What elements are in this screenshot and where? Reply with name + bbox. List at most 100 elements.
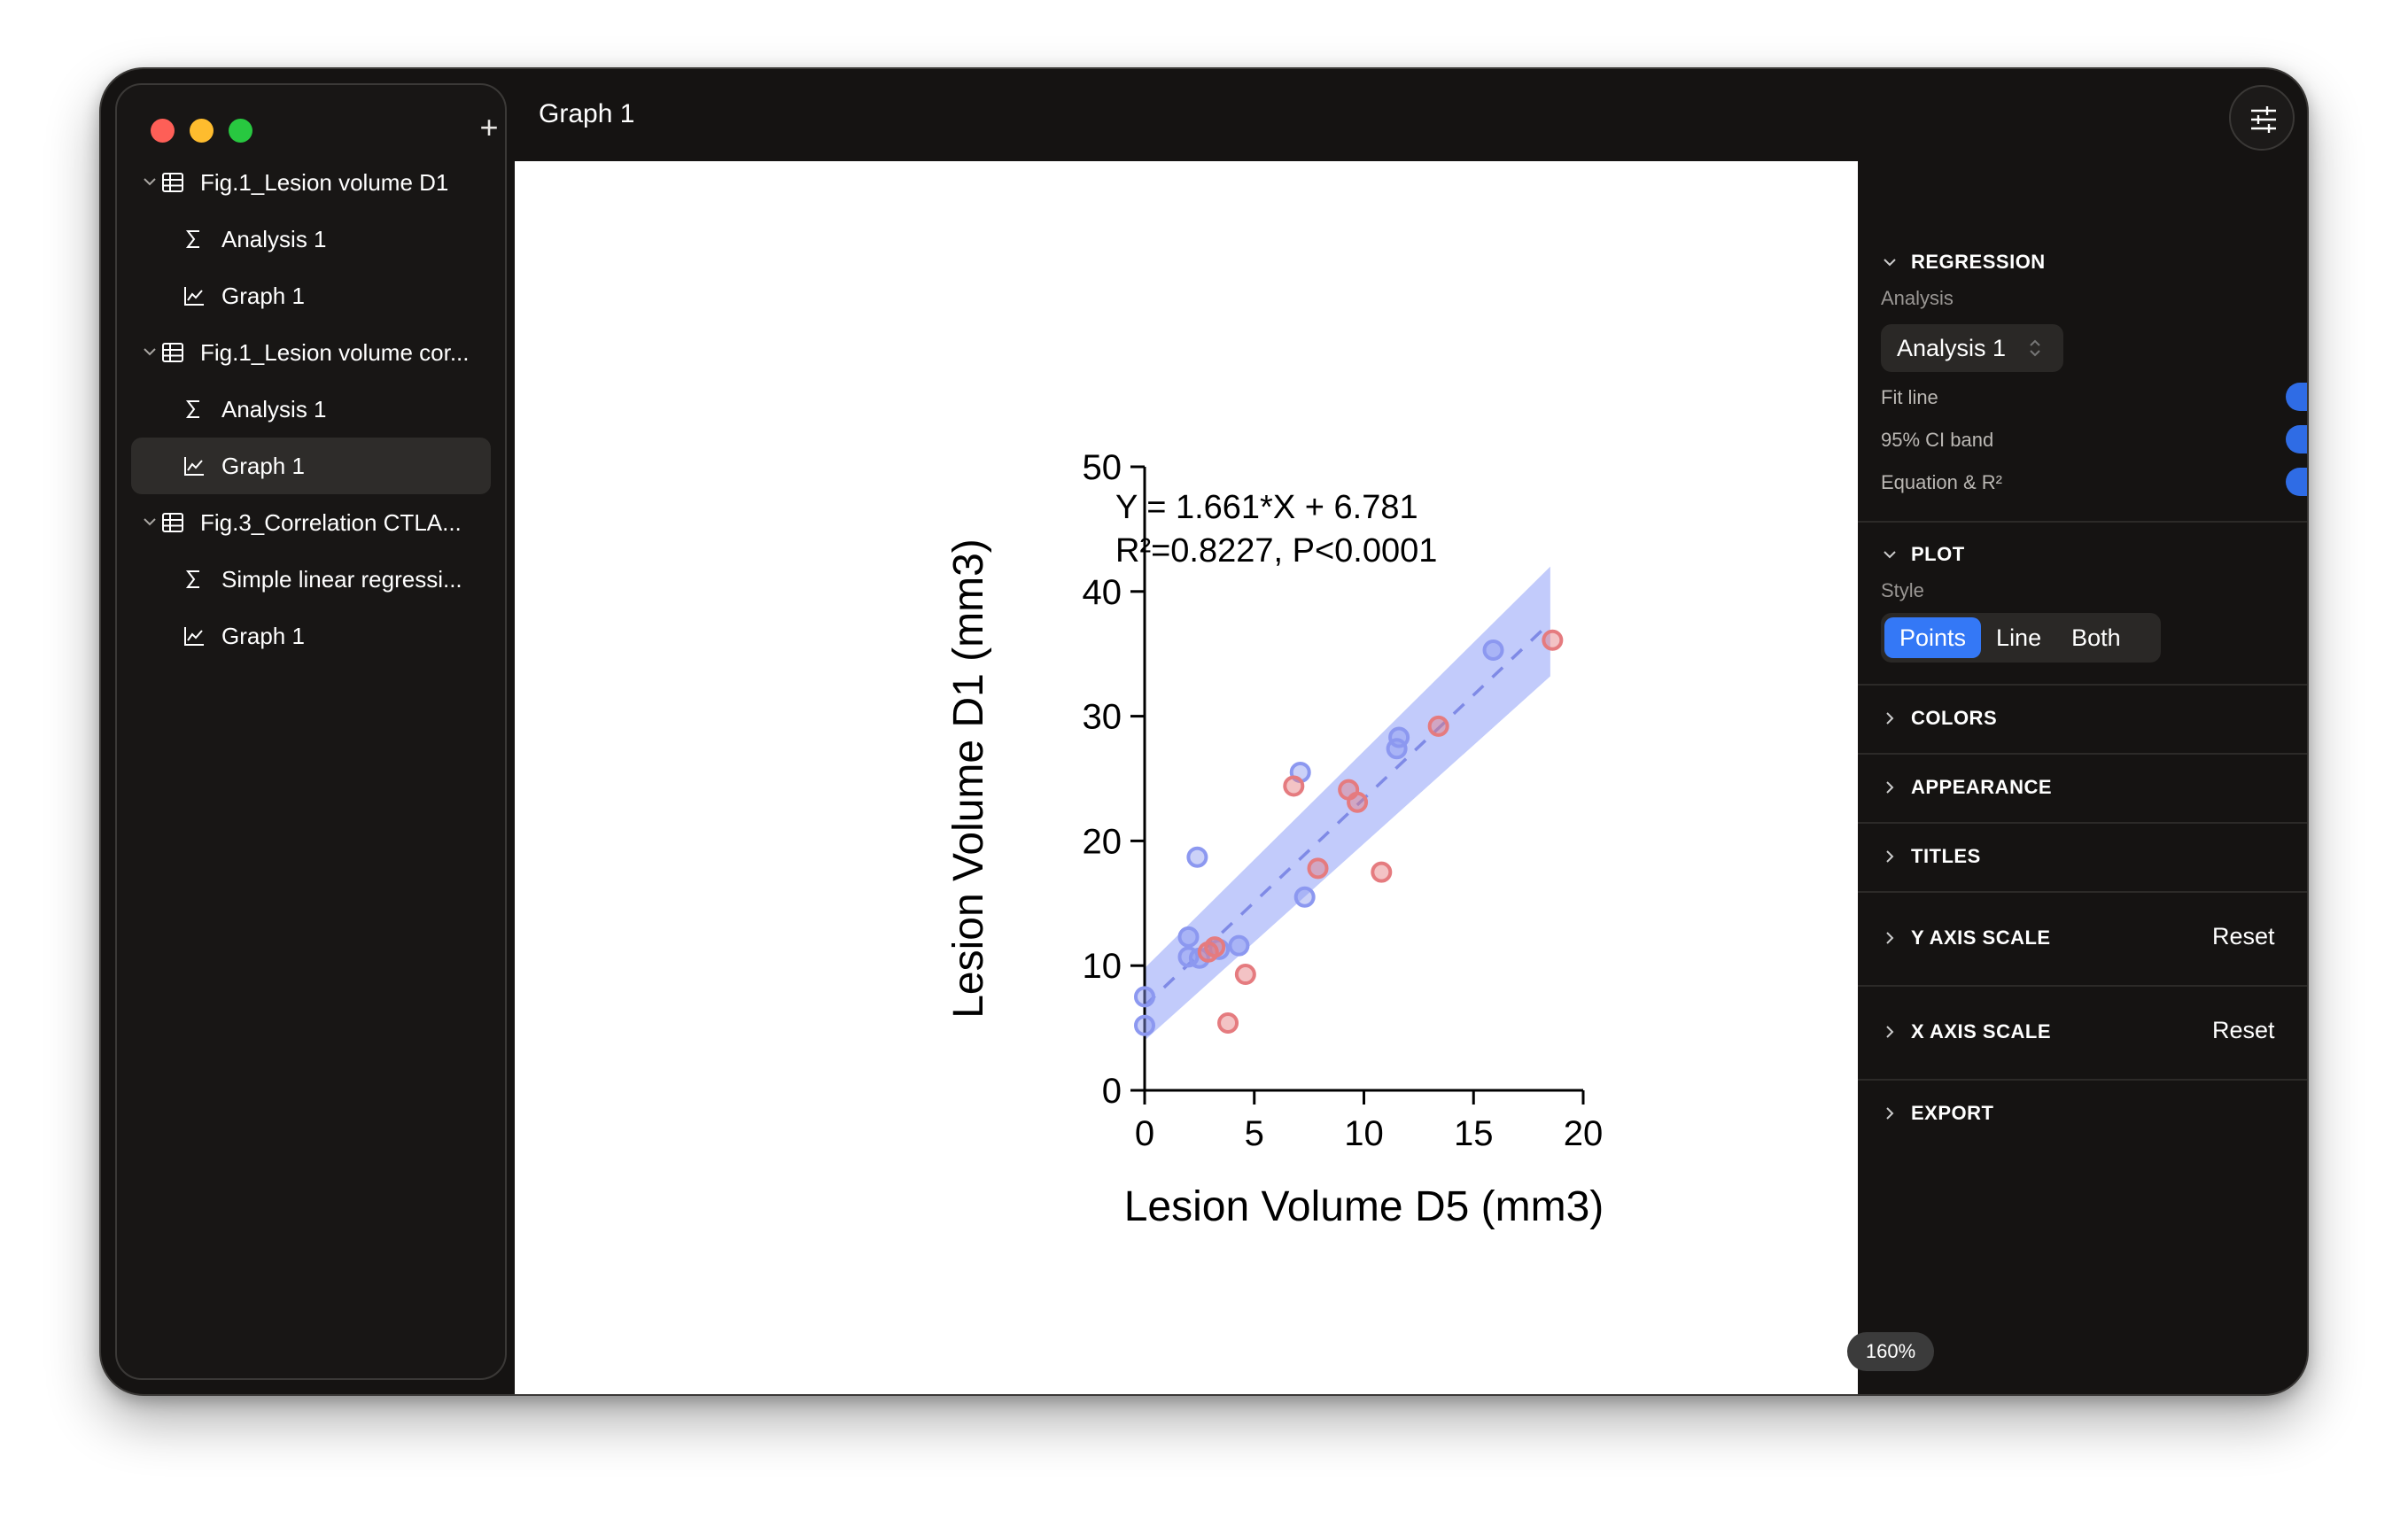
y-tick-label: 20: [1083, 822, 1122, 861]
section-title: COLORS: [1911, 707, 1998, 729]
titles-section-header[interactable]: TITLES: [1881, 843, 1981, 870]
sidebar-item-label: Simple linear regressi...: [221, 565, 462, 593]
chevron-right-icon: [1886, 781, 1894, 794]
style-points-button[interactable]: Points: [1884, 617, 1982, 658]
data-point: [1542, 629, 1564, 651]
chevron-down-icon: [1884, 259, 1896, 267]
chevron-up-down-icon: [2030, 339, 2040, 357]
sidebar-item-table[interactable]: Fig.3_Correlation CTLA...: [131, 494, 491, 551]
sidebar-item-table[interactable]: Fig.1_Lesion volume D1: [131, 154, 491, 211]
page-title: Graph 1: [539, 99, 635, 128]
project-tree: Fig.1_Lesion volume D1 Analysis 1 Graph …: [117, 154, 505, 664]
data-point: [1347, 791, 1369, 813]
regression-section-header[interactable]: REGRESSION: [1881, 249, 2046, 275]
divider: [1858, 985, 2307, 987]
y-axis-reset-button[interactable]: Reset: [2212, 923, 2275, 950]
app-window: + Fig.1_Lesion volume D1 Analysis 1 Grap…: [99, 67, 2309, 1396]
section-title: TITLES: [1911, 845, 1981, 867]
data-point: [1228, 934, 1250, 957]
fit-line-label: Fit line: [1881, 386, 1938, 408]
sidebar-item-label: Analysis 1: [221, 395, 327, 422]
sidebar: + Fig.1_Lesion volume D1 Analysis 1 Grap…: [115, 83, 507, 1380]
fit-line-toggle[interactable]: [2286, 383, 2307, 411]
sidebar-item-label: Graph 1: [221, 622, 305, 649]
chevron-down-icon[interactable]: [140, 342, 159, 361]
sidebar-item-table[interactable]: Fig.1_Lesion volume cor...: [131, 324, 491, 381]
chevron-right-icon: [1886, 1026, 1894, 1038]
x-axis-scale-section-header[interactable]: X AXIS SCALE: [1881, 1019, 2051, 1045]
style-line-button[interactable]: Line: [1981, 617, 2056, 658]
chevron-right-icon: [1886, 850, 1894, 863]
sidebar-item-analysis[interactable]: Analysis 1: [131, 381, 491, 438]
x-tick-label: 10: [1344, 1114, 1384, 1153]
divider: [1858, 753, 2307, 755]
x-tick-label: 15: [1454, 1114, 1494, 1153]
plot-style-segmented-control: Points Line Both: [1881, 613, 2161, 663]
divider: [1858, 1079, 2307, 1081]
data-point: [1307, 857, 1329, 880]
data-point: [1283, 775, 1305, 797]
sidebar-item-label: Graph 1: [221, 452, 305, 479]
data-point: [1371, 861, 1393, 883]
section-title: Y AXIS SCALE: [1911, 926, 2051, 949]
y-tick-label: 40: [1083, 573, 1122, 612]
style-both-button[interactable]: Both: [2056, 617, 2136, 658]
data-point: [1482, 639, 1504, 661]
sidebar-item-label: Analysis 1: [221, 225, 327, 252]
sigma-icon: [185, 230, 199, 248]
data-point: [1134, 1014, 1155, 1036]
x-tick-label: 5: [1245, 1114, 1264, 1153]
close-window-button[interactable]: [151, 119, 175, 143]
sidebar-item-analysis[interactable]: Simple linear regressi...: [131, 551, 491, 608]
divider: [1858, 891, 2307, 893]
y-tick-label: 10: [1083, 947, 1122, 986]
export-section-header[interactable]: EXPORT: [1881, 1100, 1993, 1127]
section-title: PLOT: [1911, 543, 1965, 565]
sidebar-item-label: Fig.1_Lesion volume D1: [200, 168, 449, 196]
x-tick-label: 20: [1564, 1114, 1604, 1153]
analysis-select[interactable]: Analysis 1: [1881, 324, 2063, 372]
divider: [1858, 521, 2307, 523]
data-point: [1217, 1012, 1239, 1034]
analysis-label: Analysis: [1881, 287, 1954, 309]
appearance-section-header[interactable]: APPEARANCE: [1881, 774, 2052, 801]
x-axis-reset-button[interactable]: Reset: [2212, 1017, 2275, 1044]
y-axis-label: Lesion Volume D1 (mm3): [945, 539, 992, 1019]
data-point: [1427, 715, 1449, 737]
style-label: Style: [1881, 579, 1924, 601]
chevron-down-icon[interactable]: [140, 172, 159, 191]
chevron-down-icon: [1884, 551, 1896, 559]
plus-icon[interactable]: +: [473, 112, 505, 143]
zoom-window-button[interactable]: [229, 119, 252, 143]
x-axis-label: Lesion Volume D5 (mm3): [1124, 1183, 1604, 1230]
divider: [1858, 822, 2307, 824]
sidebar-item-graph-selected[interactable]: Graph 1: [131, 438, 491, 494]
sidebar-item-analysis[interactable]: Analysis 1: [131, 211, 491, 267]
graph-canvas[interactable]: 0 5 10 15 20 0 10 20 30 40 50 Lesion Volume D5 (mm3…: [515, 161, 1934, 1394]
table-icon: [162, 343, 183, 362]
y-axis-scale-section-header[interactable]: Y AXIS SCALE: [1881, 925, 2051, 951]
section-title: APPEARANCE: [1911, 776, 2053, 798]
regression-stats: R²=0.8227, P<0.0001: [1115, 532, 1437, 570]
chevron-right-icon: [1886, 712, 1894, 725]
x-tick-label: 0: [1135, 1114, 1154, 1153]
equation-toggle[interactable]: [2286, 468, 2307, 496]
data-point: [1177, 926, 1200, 948]
table-icon: [162, 173, 183, 192]
y-tick-label: 50: [1083, 448, 1122, 487]
sidebar-item-graph[interactable]: Graph 1: [131, 267, 491, 324]
minimize-window-button[interactable]: [190, 119, 214, 143]
data-point: [1293, 886, 1316, 908]
colors-section-header[interactable]: COLORS: [1881, 705, 1997, 732]
sidebar-item-graph[interactable]: Graph 1: [131, 608, 491, 664]
divider: [1858, 684, 2307, 686]
settings-button[interactable]: [2229, 85, 2295, 151]
plot-section-header[interactable]: PLOT: [1881, 541, 1965, 568]
ci-band-label: 95% CI band: [1881, 429, 1994, 451]
ci-band-toggle[interactable]: [2286, 425, 2307, 453]
y-tick-label: 30: [1083, 698, 1122, 737]
chevron-down-icon[interactable]: [140, 512, 159, 531]
regression-equation: Y = 1.661*X + 6.781: [1115, 489, 1418, 526]
y-tick-label: 0: [1102, 1072, 1122, 1111]
analysis-select-value: Analysis 1: [1897, 335, 2007, 361]
